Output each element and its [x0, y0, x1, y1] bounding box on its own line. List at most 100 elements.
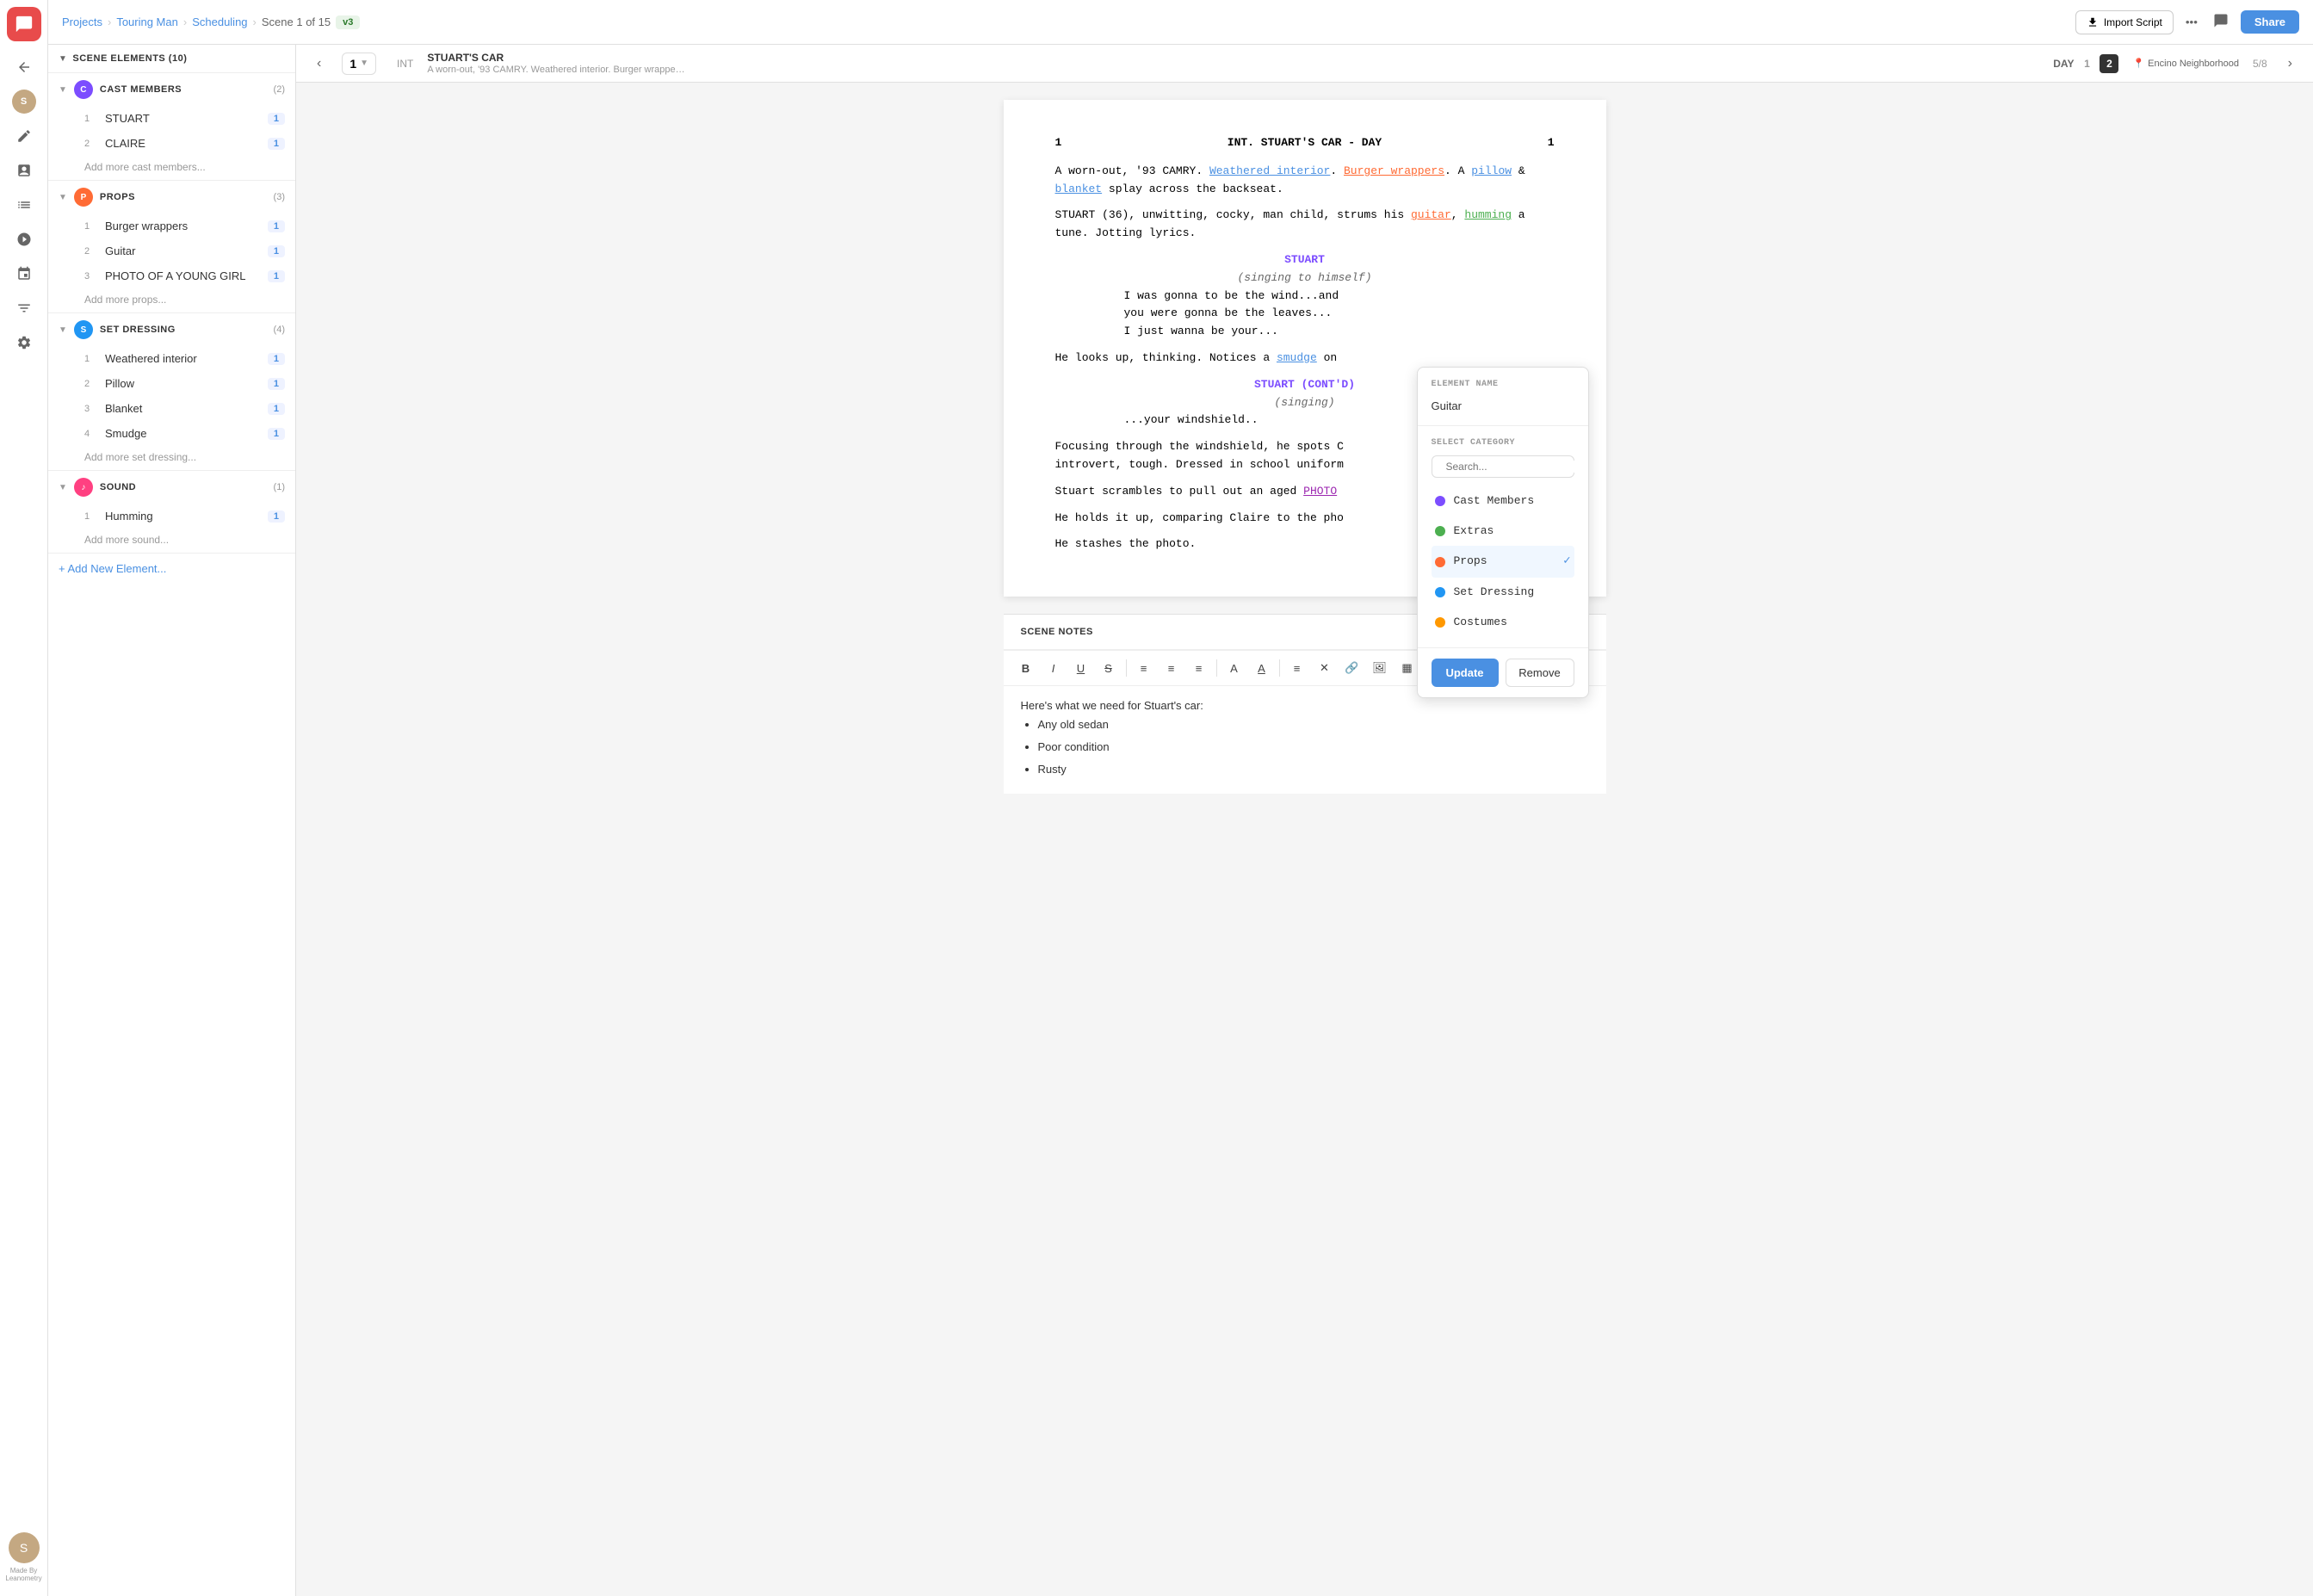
props-name-2: Guitar [105, 244, 261, 257]
italic-button[interactable]: I [1042, 656, 1066, 680]
sound-section-header[interactable]: ▼ ♪ SOUND (1) [48, 471, 295, 504]
grid-icon[interactable] [7, 224, 41, 255]
cat-props-label: Props [1454, 553, 1555, 571]
toolbar-sep-1 [1126, 659, 1127, 677]
underline-button[interactable]: U [1069, 656, 1093, 680]
props-item-2[interactable]: 2 Guitar 1 [48, 238, 295, 263]
setdress-item-3[interactable]: 3 Blanket 1 [48, 396, 295, 421]
share-button[interactable]: Share [2241, 10, 2299, 34]
toolbar-sep-3 [1279, 659, 1280, 677]
list-icon[interactable] [7, 189, 41, 220]
toolbar-sep-2 [1216, 659, 1217, 677]
cast-toggle-icon: ▼ [59, 85, 67, 95]
props-section-header[interactable]: ▼ P PROPS (3) [48, 181, 295, 213]
day-num-1[interactable]: 1 [2077, 54, 2096, 73]
popup-name-input[interactable] [1432, 399, 1583, 412]
setdress-item-2[interactable]: 2 Pillow 1 [48, 371, 295, 396]
dialog-direction-1: (singing to himself) [1055, 269, 1555, 288]
category-setdressing[interactable]: Set Dressing [1432, 578, 1574, 608]
add-new-element-button[interactable]: + Add New Element... [48, 554, 295, 584]
category-costumes[interactable]: Costumes [1432, 608, 1574, 638]
app-logo[interactable] [7, 7, 41, 41]
add-cast-button[interactable]: Add more cast members... [48, 156, 295, 180]
cast-num-1: 1 [84, 114, 98, 124]
cast-item-1[interactable]: 1 STUART 1 [48, 106, 295, 131]
pencil-icon[interactable] [7, 121, 41, 152]
next-scene-button[interactable]: › [2281, 53, 2299, 75]
popup-actions: Update Remove [1418, 647, 1588, 697]
setdress-item-1[interactable]: 1 Weathered interior 1 [48, 346, 295, 371]
highlight-guitar[interactable]: guitar [1411, 208, 1451, 221]
scene-num-selector[interactable]: 1 ▼ [342, 53, 376, 75]
day-num-2[interactable]: 2 [2100, 54, 2118, 73]
breadcrumb-project[interactable]: Touring Man [116, 15, 178, 28]
sound-toggle-icon: ▼ [59, 483, 67, 492]
highlight-smudge[interactable]: smudge [1277, 351, 1317, 364]
version-badge[interactable]: v3 [336, 15, 360, 29]
more-options-button[interactable]: ••• [2182, 12, 2201, 32]
setdress-section-header[interactable]: ▼ S SET DRESSING (4) [48, 313, 295, 346]
highlight-button[interactable]: A [1250, 656, 1274, 680]
location-info: 📍 Encino Neighborhood [2132, 58, 2239, 69]
setdress-item-4[interactable]: 4 Smudge 1 [48, 421, 295, 446]
comments-button[interactable] [2210, 9, 2232, 34]
dialog-text-1: I was gonna to be the wind...and you wer… [1124, 288, 1486, 341]
props-item-1[interactable]: 1 Burger wrappers 1 [48, 213, 295, 238]
breadcrumb-scheduling[interactable]: Scheduling [192, 15, 247, 28]
font-color-button[interactable]: A [1222, 656, 1246, 680]
link-button[interactable]: 🔗 [1340, 656, 1364, 680]
highlight-photo[interactable]: PHOTO [1303, 485, 1337, 498]
script-content[interactable]: 1 INT. STUART'S CAR - DAY 1 A worn-out, … [296, 83, 2313, 1596]
category-props[interactable]: Props ✓ [1432, 546, 1574, 577]
cast-section-header[interactable]: ▼ C CAST MEMBERS (2) [48, 73, 295, 106]
board-icon[interactable] [7, 155, 41, 186]
props-section: ▼ P PROPS (3) 1 Burger wrappers 1 2 Guit… [48, 181, 295, 313]
nav-back-icon[interactable] [7, 52, 41, 83]
image-button[interactable]: 🖼 [1368, 656, 1392, 680]
props-item-3[interactable]: 3 PHOTO OF A YOUNG GIRL 1 [48, 263, 295, 288]
avatar-icon[interactable]: S [7, 86, 41, 117]
user-avatar[interactable]: S [9, 1532, 40, 1563]
highlight-burger[interactable]: Burger wrappers [1344, 164, 1444, 177]
breadcrumb-sep2: › [183, 15, 187, 28]
props-icon: P [74, 188, 93, 207]
category-cast[interactable]: Cast Members [1432, 486, 1574, 517]
remove-button[interactable]: Remove [1506, 659, 1574, 687]
add-sound-button[interactable]: Add more sound... [48, 529, 295, 553]
highlight-blanket[interactable]: blanket [1055, 182, 1103, 195]
indent-button[interactable]: ≡ [1187, 656, 1211, 680]
breadcrumb-sep3: › [253, 15, 257, 28]
cast-item-2[interactable]: 2 CLAIRE 1 [48, 131, 295, 156]
setdress-name-4: Smudge [105, 427, 261, 440]
highlight-pillow[interactable]: pillow [1471, 164, 1512, 177]
align-button[interactable]: ≡ [1285, 656, 1309, 680]
popup-search-input[interactable] [1446, 461, 1580, 473]
strikethrough-button[interactable]: S [1097, 656, 1121, 680]
clear-format-button[interactable]: ✕ [1313, 656, 1337, 680]
highlight-humming[interactable]: humming [1464, 208, 1512, 221]
calendar-icon[interactable] [7, 258, 41, 289]
props-num-2: 2 [84, 246, 98, 257]
prev-scene-button[interactable]: ‹ [310, 53, 328, 75]
popup-search[interactable] [1432, 455, 1574, 478]
breadcrumb-projects[interactable]: Projects [62, 15, 102, 28]
setdress-num-2: 2 [84, 379, 98, 389]
category-extras[interactable]: Extras [1432, 517, 1574, 547]
unordered-list-button[interactable]: ≡ [1160, 656, 1184, 680]
int-ext-label: INT [397, 58, 413, 70]
popup-category-label: SELECT CATEGORY [1432, 436, 1574, 450]
cast-num-2: 2 [84, 139, 98, 149]
props-dot [1435, 557, 1445, 567]
ordered-list-button[interactable]: ≡ [1132, 656, 1156, 680]
update-button[interactable]: Update [1432, 659, 1499, 687]
highlight-weathered[interactable]: Weathered interior [1209, 164, 1330, 177]
table-button[interactable]: ▦ [1395, 656, 1419, 680]
filter-icon[interactable] [7, 293, 41, 324]
settings-icon[interactable] [7, 327, 41, 358]
bold-button[interactable]: B [1014, 656, 1038, 680]
import-script-button[interactable]: Import Script [2075, 10, 2174, 34]
sound-item-1[interactable]: 1 Humming 1 [48, 504, 295, 529]
top-bar: Projects › Touring Man › Scheduling › Sc… [48, 0, 2313, 45]
add-setdress-button[interactable]: Add more set dressing... [48, 446, 295, 470]
add-props-button[interactable]: Add more props... [48, 288, 295, 312]
